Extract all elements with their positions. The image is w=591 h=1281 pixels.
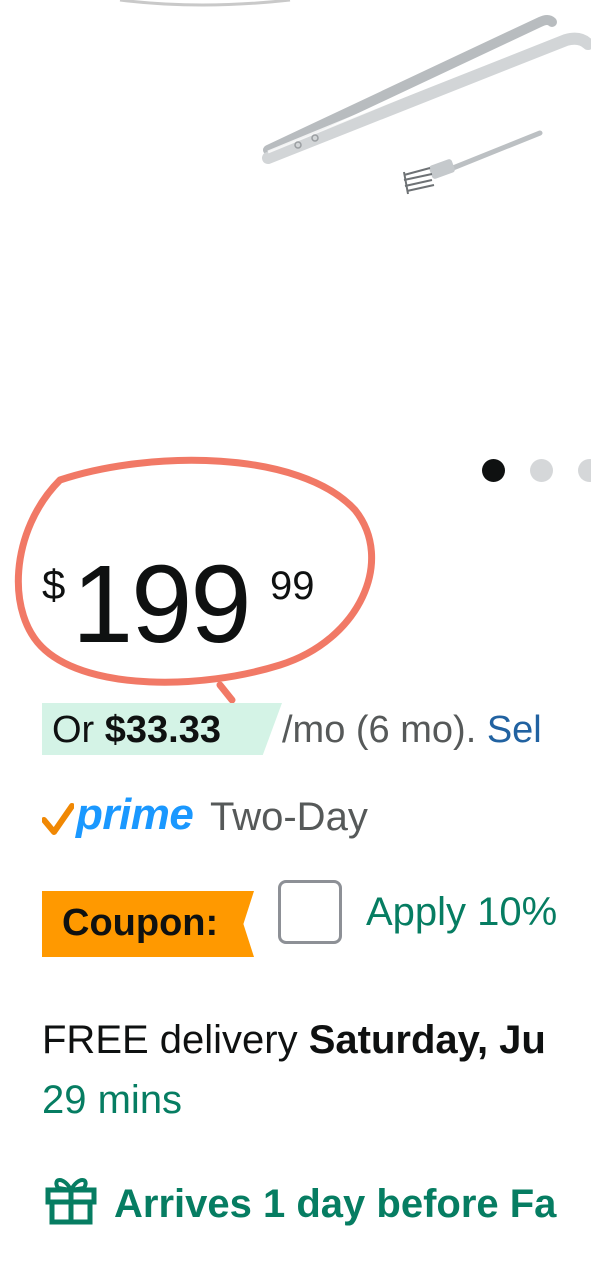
tweezers-and-brush-image	[119, 0, 591, 195]
arrives-text: Arrives 1 day before Fa	[114, 1182, 557, 1226]
installment-terms: /mo (6 mo). Sel	[282, 709, 542, 752]
installment-amount: Or $33.33	[52, 709, 221, 752]
product-image[interactable]	[0, 0, 591, 440]
installment-monthly-amount: $33.33	[104, 709, 222, 751]
carousel-dot-active[interactable]	[482, 459, 505, 482]
coupon-checkbox[interactable]	[278, 880, 342, 944]
coupon-offer: Coupon: Apply 10%	[42, 878, 591, 957]
carousel-dot[interactable]	[530, 459, 553, 482]
coupon-badge: Coupon:	[42, 891, 254, 957]
coupon-apply-text[interactable]: Apply 10%	[366, 890, 557, 935]
prime-shipping-speed: Two-Day	[210, 795, 368, 839]
price-fraction: 99	[270, 564, 315, 608]
coupon-label: Coupon:	[62, 902, 219, 944]
installment-offer: Or $33.33 /mo (6 mo). Sel	[42, 703, 591, 755]
installment-prefix: Or	[52, 709, 105, 751]
delivery-info: FREE delivery Saturday, Ju	[42, 1018, 546, 1063]
price-currency-symbol: $	[42, 561, 66, 608]
installment-select-link[interactable]: Sel	[487, 709, 542, 751]
price-whole: 199	[72, 543, 252, 666]
order-countdown: 29 mins	[42, 1078, 183, 1122]
prime-check-icon	[42, 803, 74, 835]
installment-suffix: /mo (6 mo).	[282, 709, 487, 751]
delivery-date: Saturday, Ju	[308, 1018, 546, 1062]
carousel-indicator[interactable]	[480, 458, 591, 484]
delivery-prefix: FREE delivery	[42, 1018, 309, 1062]
prime-logo: prime	[76, 790, 194, 839]
carousel-dot[interactable]	[578, 459, 591, 482]
gift-icon	[45, 1178, 97, 1225]
